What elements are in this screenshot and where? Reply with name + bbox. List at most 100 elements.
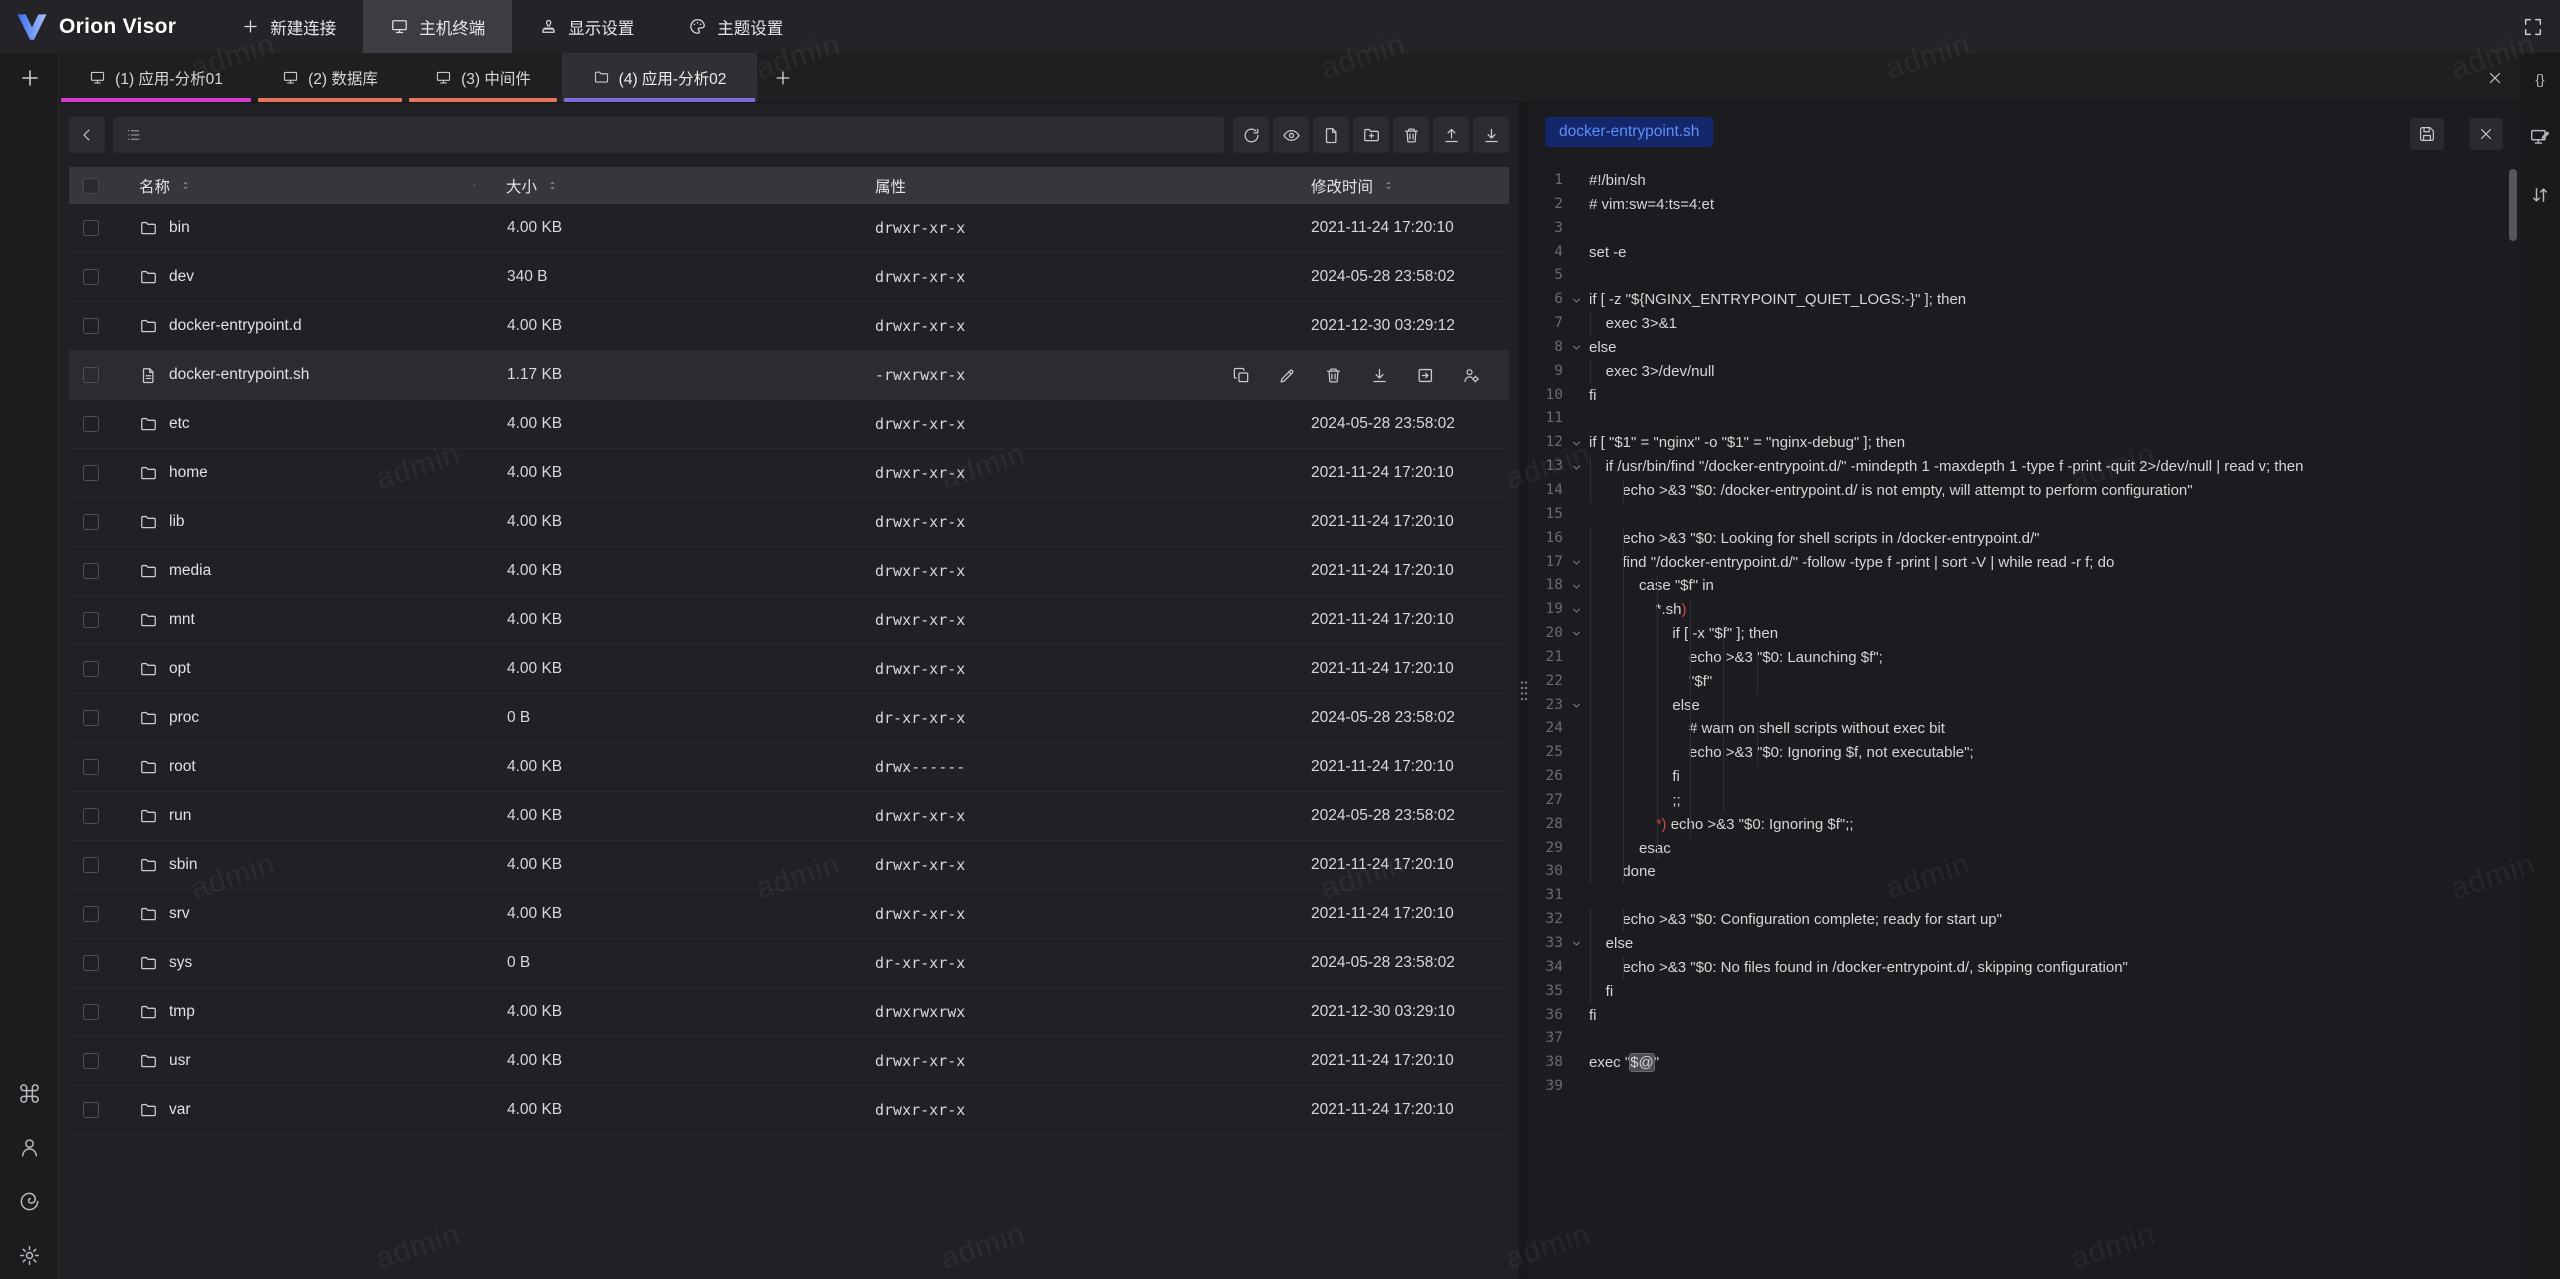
file-name[interactable]: var [113,1101,490,1120]
permission-action-button[interactable] [1462,366,1481,385]
fold-caret-icon[interactable] [1563,598,1589,622]
table-row[interactable]: bin4.00 KBdrwxr-xr-x2021-11-24 17:20:10 [69,204,1509,253]
file-name[interactable]: usr [113,1052,490,1071]
file-name[interactable]: docker-entrypoint.d [113,317,490,336]
row-checkbox[interactable] [83,563,99,579]
row-checkbox[interactable] [83,318,99,334]
file-name[interactable]: home [113,464,490,483]
file-name[interactable]: media [113,562,490,581]
row-checkbox[interactable] [83,514,99,530]
file-name[interactable]: mnt [113,611,490,630]
table-row[interactable]: root4.00 KBdrwx------2021-11-24 17:20:10 [69,743,1509,792]
file-name[interactable]: tmp [113,1003,490,1022]
fold-caret-icon[interactable] [1563,694,1589,718]
row-checkbox[interactable] [83,416,99,432]
table-row[interactable]: proc0 Bdr-xr-xr-x2024-05-28 23:58:02 [69,694,1509,743]
menu-display-settings[interactable]: 显示设置 [512,0,661,53]
delete-action-button[interactable] [1324,366,1343,385]
row-checkbox[interactable] [83,808,99,824]
table-row[interactable]: dev340 Bdrwxr-xr-x2024-05-28 23:58:02 [69,253,1509,302]
sort-icon[interactable] [177,177,194,194]
column-header[interactable]: 大小 [490,167,865,204]
fold-caret-icon[interactable] [1563,288,1589,312]
refresh-button[interactable] [1233,117,1269,153]
table-row[interactable]: usr4.00 KBdrwxr-xr-x2021-11-24 17:20:10 [69,1037,1509,1086]
fold-caret-icon[interactable] [1563,932,1589,956]
row-checkbox[interactable] [83,465,99,481]
table-row[interactable]: sbin4.00 KBdrwxr-xr-x2021-11-24 17:20:10 [69,841,1509,890]
file-name[interactable]: run [113,807,490,826]
file-name[interactable]: proc [113,709,490,728]
back-button[interactable] [69,117,105,153]
app-logo[interactable]: Orion Visor [0,0,176,53]
sort-icon[interactable] [544,177,561,194]
file-name[interactable]: root [113,758,490,777]
row-checkbox[interactable] [83,1004,99,1020]
table-row[interactable]: sys0 Bdr-xr-xr-x2024-05-28 23:58:02 [69,939,1509,988]
fold-caret-icon[interactable] [1563,551,1589,575]
new-file-button[interactable] [1313,117,1349,153]
row-checkbox[interactable] [83,1053,99,1069]
tab-1[interactable]: (1) 应用-分析01 [59,53,253,102]
menu-host-terminal[interactable]: 主机终端 [363,0,512,53]
table-row[interactable]: etc4.00 KBdrwxr-xr-x2024-05-28 23:58:02 [69,400,1509,449]
table-row[interactable]: mnt4.00 KBdrwxr-xr-x2021-11-24 17:20:10 [69,596,1509,645]
file-name[interactable]: opt [113,660,490,679]
move-action-button[interactable] [1416,366,1435,385]
column-header[interactable]: 属性 [865,167,1295,204]
row-checkbox[interactable] [83,857,99,873]
file-name[interactable]: srv [113,905,490,924]
fold-caret-icon[interactable] [1563,455,1589,479]
scroll-swap-button[interactable] [2529,184,2551,206]
table-row[interactable]: run4.00 KBdrwxr-xr-x2024-05-28 23:58:02 [69,792,1509,841]
filter-icon[interactable] [473,177,490,194]
file-name[interactable]: sys [113,954,490,973]
tab-2[interactable]: (2) 数据库 [256,53,404,102]
path-input[interactable] [113,117,1224,153]
row-checkbox[interactable] [83,759,99,775]
table-row[interactable]: var4.00 KBdrwxr-xr-x2021-11-24 17:20:10 [69,1086,1509,1135]
user-button[interactable] [18,1136,41,1159]
row-checkbox[interactable] [83,906,99,922]
file-name[interactable]: bin [113,219,490,238]
row-checkbox[interactable] [83,367,99,383]
panel-divider[interactable] [1519,103,1527,1279]
fold-caret-icon[interactable] [1563,622,1589,646]
column-header[interactable]: 名称 [113,167,490,204]
menu-theme-settings[interactable]: 主题设置 [661,0,810,53]
file-name[interactable]: dev [113,268,490,287]
edit-action-button[interactable] [1278,366,1297,385]
row-checkbox[interactable] [83,1102,99,1118]
terminal-display-button[interactable] [2529,126,2551,148]
table-row[interactable]: srv4.00 KBdrwxr-xr-x2021-11-24 17:20:10 [69,890,1509,939]
row-checkbox[interactable] [83,661,99,677]
download-button[interactable] [1473,117,1509,153]
settings-button[interactable] [18,1244,41,1267]
delete-button[interactable] [1393,117,1429,153]
table-row[interactable]: docker-entrypoint.sh1.17 KB-rwxrwxr-x [69,351,1509,400]
editor-scrollbar[interactable] [2509,169,2517,241]
snippets-button[interactable]: {} [2529,68,2551,90]
quick-command-button[interactable] [18,1082,41,1105]
close-panel-button[interactable] [2486,53,2504,103]
upload-button[interactable] [1433,117,1469,153]
new-folder-button[interactable] [1353,117,1389,153]
theme-button[interactable] [18,1190,41,1213]
fold-caret-icon[interactable] [1563,574,1589,598]
download-action-button[interactable] [1370,366,1389,385]
save-button[interactable] [2410,118,2444,150]
sort-icon[interactable] [1380,177,1397,194]
preview-button[interactable] [1273,117,1309,153]
copy-action-button[interactable] [1232,366,1251,385]
code-editor[interactable]: 1#!/bin/sh2# vim:sw=4:ts=4:et34set -e56i… [1527,165,2506,1279]
row-checkbox[interactable] [83,220,99,236]
tab-4[interactable]: (4) 应用-分析02 [562,53,757,102]
editor-close-button[interactable] [2469,118,2503,150]
column-header[interactable]: 修改时间 [1295,167,1509,204]
table-row[interactable]: lib4.00 KBdrwxr-xr-x2021-11-24 17:20:10 [69,498,1509,547]
file-name[interactable]: lib [113,513,490,532]
new-tab-button[interactable] [760,53,806,102]
new-connection-rail-button[interactable] [0,66,59,90]
fullscreen-button[interactable] [2522,0,2544,53]
select-all-checkbox[interactable] [83,178,99,194]
